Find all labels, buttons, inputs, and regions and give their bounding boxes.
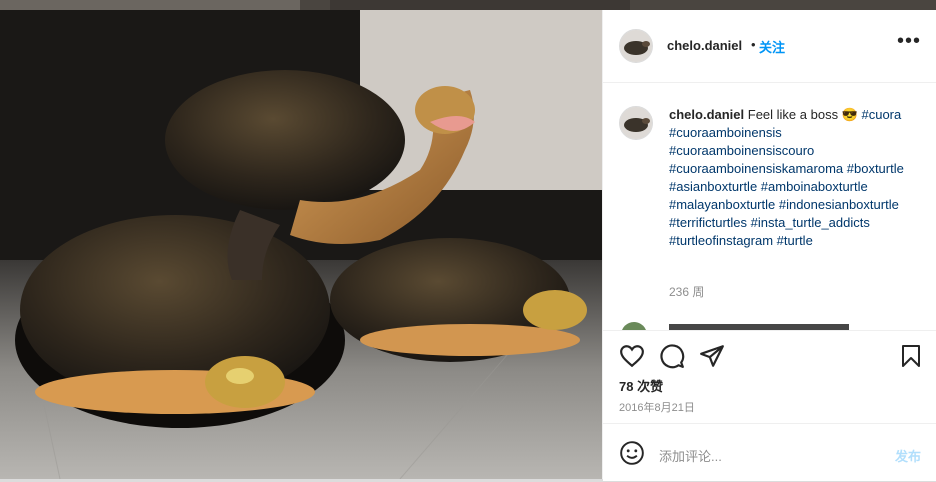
background-strip: [0, 0, 936, 10]
separator-dot: •: [751, 37, 756, 52]
background-thumb: [0, 0, 300, 10]
comment-bar: 添加评论... 发布: [603, 423, 936, 482]
post-header: chelo.daniel • 关注 •••: [603, 10, 936, 83]
more-options-icon[interactable]: •••: [897, 31, 921, 51]
background-thumb: [330, 0, 630, 10]
post-comment-button[interactable]: 发布: [895, 446, 921, 465]
like-count[interactable]: 78 次赞: [619, 376, 663, 395]
caption-time-ago[interactable]: 236 周: [669, 283, 704, 300]
post-caption: chelo.daniel Feel like a boss 😎 #cuora #…: [669, 106, 925, 250]
comment-input[interactable]: 添加评论...: [659, 446, 722, 465]
emoji-icon[interactable]: [619, 440, 645, 466]
post-date[interactable]: 2016年8月21日: [619, 399, 695, 415]
caption-text: Feel like a boss 😎: [744, 107, 862, 122]
caption-avatar[interactable]: [619, 106, 653, 140]
caption-username[interactable]: chelo.daniel: [669, 107, 744, 122]
action-section: 78 次赞 2016年8月21日 添加评论... 发布: [603, 330, 936, 481]
comment-preview-partial: [621, 322, 921, 330]
bookmark-icon[interactable]: [899, 343, 923, 369]
post-image[interactable]: [0, 10, 602, 479]
avatar[interactable]: [619, 29, 653, 63]
share-icon[interactable]: [699, 343, 725, 369]
heart-icon[interactable]: [619, 343, 645, 369]
caption-hashtags[interactable]: #cuora #cuoraamboinensis #cuoraamboinens…: [669, 107, 904, 248]
post-side-panel: chelo.daniel • 关注 ••• chelo.daniel Feel …: [602, 10, 936, 481]
follow-button[interactable]: 关注: [759, 37, 785, 56]
turtle-photo: [0, 10, 602, 479]
header-username[interactable]: chelo.daniel: [667, 38, 742, 53]
comment-icon[interactable]: [659, 343, 685, 369]
